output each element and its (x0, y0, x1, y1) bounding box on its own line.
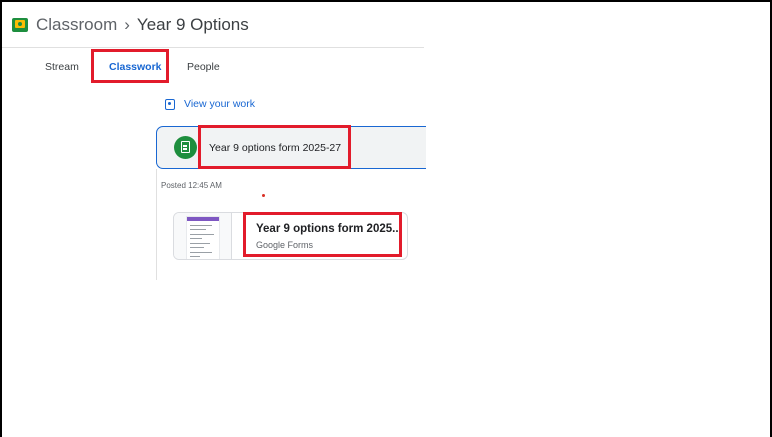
posted-time: Posted 12:45 AM (161, 181, 222, 190)
view-your-work-link[interactable]: View your work (165, 98, 255, 110)
view-your-work-label: View your work (184, 98, 255, 110)
highlight-box-classwork (91, 49, 169, 83)
breadcrumb: Classroom › Year 9 Options (2, 2, 424, 48)
tab-people[interactable]: People (187, 61, 220, 73)
breadcrumb-app-name[interactable]: Classroom (36, 15, 117, 35)
highlight-box-assignment-title (198, 125, 351, 169)
breadcrumb-separator: › (124, 14, 130, 34)
class-tabs: Stream Classwork People (2, 49, 424, 85)
form-thumbnail (174, 213, 232, 259)
highlight-box-attachment (243, 212, 402, 257)
breadcrumb-class-name[interactable]: Year 9 Options (137, 15, 249, 35)
screenshot-frame: Classroom › Year 9 Options Stream Classw… (0, 0, 772, 437)
classroom-logo-icon[interactable] (12, 17, 28, 32)
assignment-ind-icon (165, 98, 175, 110)
cursor-dot (262, 194, 265, 197)
tab-stream[interactable]: Stream (45, 61, 79, 73)
assignment-icon (174, 136, 197, 159)
